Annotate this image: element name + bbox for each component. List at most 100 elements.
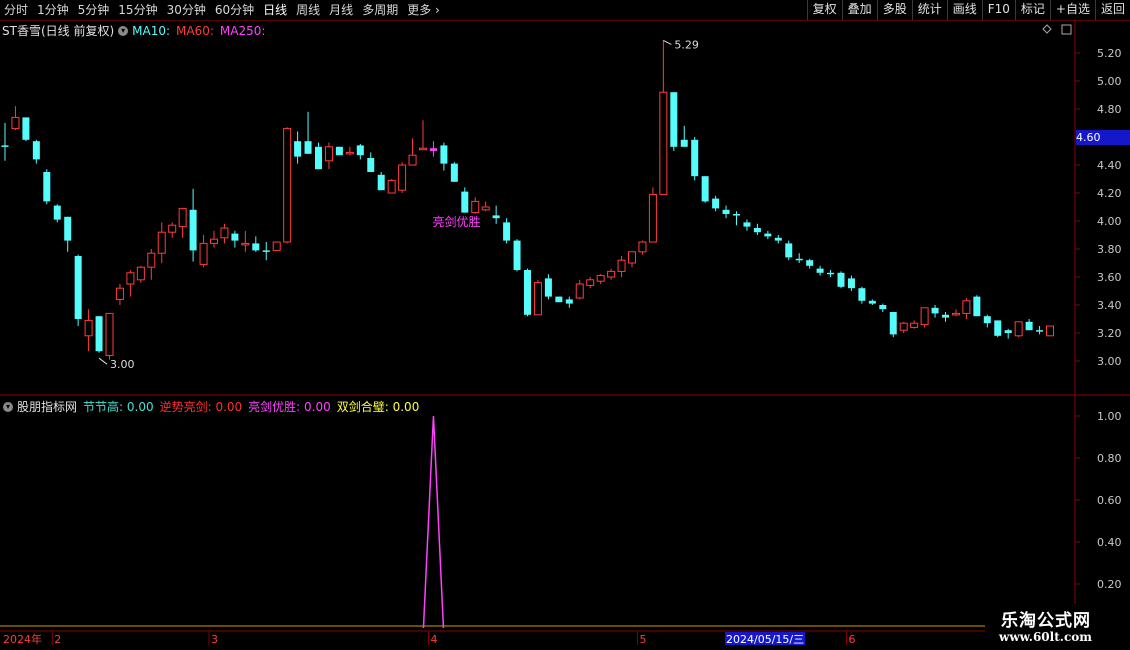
candle-body-54 [565,299,573,304]
candle-body-73 [764,233,772,237]
candle-body-75 [785,243,793,258]
candle-body-0 [1,145,9,147]
indicator-value-1: 逆势亮剑: 0.00 [159,400,243,414]
ind-tick-label-3: 0.40 [1097,536,1122,549]
candle-body-99 [1036,330,1044,332]
candle-body-15 [157,231,166,254]
date-label-1: 2 [54,633,61,646]
candle-body-9 [95,316,103,352]
indicator-value-2: 亮剑优胜: 0.00 [248,400,331,414]
watermark-title: 乐淘公式网 [1001,611,1091,631]
candle-body-47 [492,215,500,219]
candle-body-25 [262,250,270,252]
candle-body-60 [628,251,636,264]
candle-body-4 [43,172,51,202]
candle-body-19 [199,242,208,265]
candle-body-31 [324,146,333,162]
candle-body-8 [84,319,93,337]
candle-body-97 [1014,321,1023,337]
candle-body-62 [648,193,657,243]
stock-name: ST香雪 [2,24,41,38]
candle-body-100 [1046,325,1054,337]
candle-body-5 [53,205,61,220]
candle-body-55 [575,283,584,299]
candle-body-48 [503,222,511,241]
candle-body-46 [481,206,490,211]
candle-body-84 [879,305,887,310]
candle-body-68 [712,198,720,209]
date-label-3: 4 [430,633,437,646]
candle-body-45 [471,200,480,214]
candle-body-71 [743,222,751,227]
watermark-url: www.60lt.com [999,630,1092,644]
candle-body-80 [837,272,845,287]
low-price-label: 3.00 [110,358,135,371]
diamond-icon [1042,24,1052,34]
candle-body-89 [931,307,939,314]
candle-body-61 [638,241,647,253]
y-tick-label-4: 4.40 [1097,159,1122,172]
ma60-label: MA60: [176,23,214,38]
candle-body-69 [722,209,730,214]
candle-body-13 [136,266,145,281]
candle-body-18 [189,209,197,251]
candle-body-91 [951,312,960,316]
candle-body-22 [231,233,239,241]
main-chart-header: ST香雪 (日线 前复权) ▾ MA10: MA60: MA250: [2,22,271,39]
candle-body-36 [377,174,385,191]
candle-body-14 [147,252,156,268]
candle-body-10 [105,312,114,356]
candle-body-21 [220,227,229,239]
candle-body-26 [272,241,281,251]
indicator-toggle-icon[interactable]: ▾ [3,401,13,412]
candle-body-70 [733,214,740,216]
candle-body-6 [64,216,72,241]
candle-body-79 [827,272,835,275]
candle-body-11 [115,287,124,300]
candle-body-98 [1025,321,1033,331]
low-price-pointer [98,357,108,365]
candle-body-81 [847,278,855,289]
indicator-value-0: 节节高: 0.00 [83,400,154,414]
cursor-date-label: 2024/05/15/三 [726,633,804,646]
y-tick-label-6: 4.00 [1097,215,1122,228]
candle-body-92 [962,300,971,314]
candle-body-67 [701,176,709,202]
candle-body-43 [450,163,458,182]
candle-body-16 [168,224,177,233]
candle-body-20 [210,238,218,244]
kline-chart[interactable]: 5.20 5.00 4.80 4.60 4.40 4.20 4.00 3.80 3.60 3.40… [0,0,1130,650]
candle-body-59 [617,259,626,272]
candle-body-87 [910,322,919,328]
high-price-label: 5.29 [674,38,699,51]
y-tick-label-10: 3.20 [1097,327,1122,340]
candle-body-40 [419,147,427,151]
candle-body-94 [983,316,991,324]
y-tick-label-2: 4.80 [1097,103,1122,116]
candle-body-27 [283,128,292,243]
candle-body-64 [670,92,678,147]
watermark: 乐淘公式网 www.60lt.com [985,604,1130,650]
candle-body-58 [607,270,616,278]
candle-body-33 [345,151,354,155]
candle-body-49 [513,240,521,270]
y-tick-label-5: 4.20 [1097,187,1122,200]
indicator-name: 股朋指标网 [17,400,78,414]
y-tick-label-9: 3.40 [1097,299,1122,312]
candle-body-30 [315,146,322,170]
candle-body-38 [398,164,407,191]
ind-tick-label-4: 0.20 [1097,578,1122,591]
y-tick-label-11: 3.00 [1097,355,1122,368]
indicator-header: ▾ 股朋指标网 节节高: 0.00 逆势亮剑: 0.00 亮剑优胜: 0.00 双剑合… [2,398,425,415]
indicator-spike [422,415,445,629]
ind-tick-label-2: 0.60 [1097,494,1122,507]
candle-body-23 [241,242,250,246]
candle-body-35 [367,158,375,172]
candle-body-56 [586,279,595,286]
candle-body-77 [806,260,814,266]
date-label-2: 3 [211,633,218,646]
candle-body-63 [659,91,668,195]
settings-toggle-icon[interactable]: ▾ [118,25,129,36]
ind-tick-label-1: 0.80 [1097,452,1122,465]
candle-body-76 [795,258,803,261]
